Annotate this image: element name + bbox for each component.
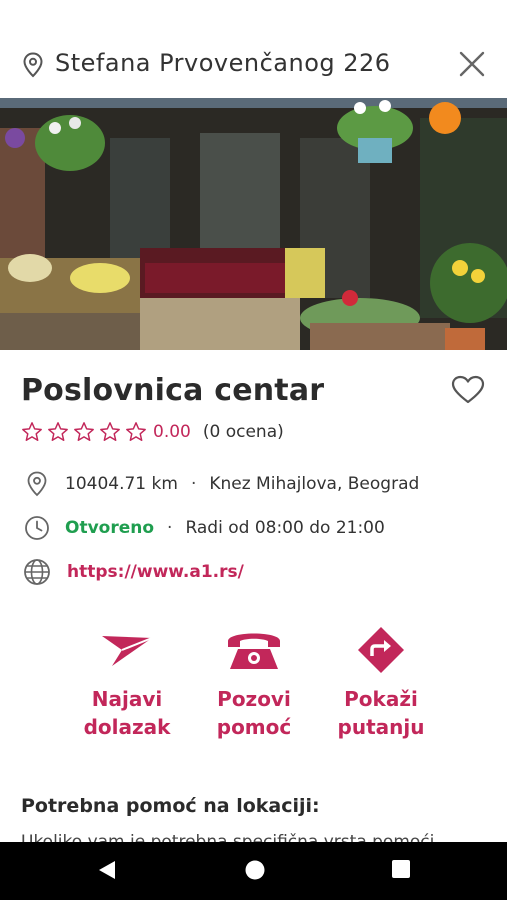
close-icon[interactable]	[458, 50, 486, 82]
current-address[interactable]: Stefana Prvovenčanog 226	[55, 49, 391, 77]
working-hours: Radi od 08:00 do 21:00	[185, 518, 385, 538]
street-address: Knez Mihajlova, Beograd	[209, 474, 420, 494]
action-buttons: Najavi dolazak Pozovi pomoć Pokaži putan…	[0, 622, 507, 752]
star-icon	[126, 422, 146, 441]
rating-value: 0.00	[153, 422, 191, 442]
announce-arrival-button[interactable]: Najavi dolazak	[67, 622, 187, 741]
open-status: Otvoreno	[65, 518, 155, 538]
recents-icon[interactable]	[391, 859, 411, 883]
separator-dot: ·	[190, 474, 197, 494]
hours-row: Otvoreno · Radi od 08:00 do 21:00	[23, 514, 385, 542]
app-header: Stefana Prvovenčanog 226	[0, 0, 507, 98]
help-section-text: Ukoliko vam je potrebna specifična vrsta…	[21, 832, 435, 842]
globe-icon	[23, 558, 51, 586]
map-pin-icon	[23, 470, 51, 498]
rating-row: 0.00 (0 ocena)	[21, 420, 284, 444]
map-pin-icon	[22, 52, 44, 82]
heart-icon[interactable]	[451, 375, 485, 409]
place-name: Poslovnica centar	[21, 373, 325, 408]
directions-icon	[321, 622, 441, 677]
show-route-label: Pokaži putanju	[337, 687, 425, 739]
clock-icon	[23, 514, 51, 542]
telephone-icon	[194, 622, 314, 677]
rating-count: (0 ocena)	[202, 422, 284, 442]
rating-stars	[21, 421, 147, 443]
website-link[interactable]: https://www.a1.rs/	[67, 562, 244, 582]
back-icon[interactable]	[97, 859, 117, 885]
call-help-button[interactable]: Pozovi pomoć	[194, 622, 314, 741]
star-icon	[100, 422, 120, 441]
separator-dot: ·	[167, 518, 173, 538]
android-nav-bar	[0, 842, 507, 900]
help-section-title: Potrebna pomoć na lokaciji:	[21, 795, 320, 817]
home-icon[interactable]	[244, 859, 266, 885]
star-icon	[48, 422, 68, 441]
location-photo	[0, 98, 507, 350]
distance-value: 10404.71 km	[65, 474, 178, 494]
announce-arrival-label: Najavi dolazak	[83, 687, 171, 739]
paper-plane-icon	[67, 622, 187, 677]
star-icon	[22, 422, 42, 441]
website-row: https://www.a1.rs/	[23, 558, 244, 586]
star-icon	[74, 422, 94, 441]
distance-row: 10404.71 km · Knez Mihajlova, Beograd	[23, 470, 419, 498]
call-help-label: Pozovi pomoć	[216, 687, 292, 739]
show-route-button[interactable]: Pokaži putanju	[321, 622, 441, 741]
